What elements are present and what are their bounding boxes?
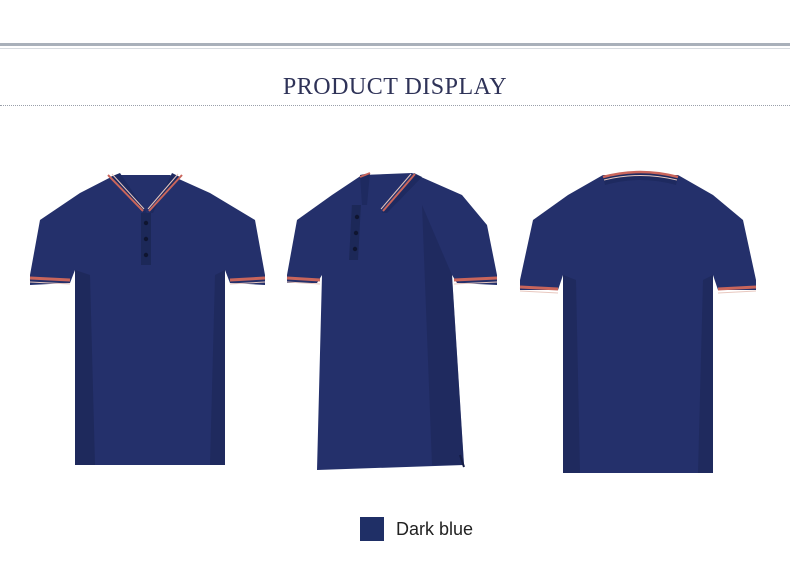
color-label: Dark blue [396, 518, 474, 539]
top-rule-thin [0, 48, 790, 49]
top-rule [0, 43, 790, 46]
product-image-side[interactable] [282, 165, 502, 475]
section-title: PRODUCT DISPLAY [282, 74, 508, 100]
product-image-back[interactable] [518, 165, 763, 475]
color-swatch-dark-blue[interactable] [360, 517, 384, 541]
dotted-divider [0, 105, 790, 106]
product-image-front[interactable] [25, 165, 270, 475]
color-option[interactable]: Dark blue [360, 517, 473, 541]
